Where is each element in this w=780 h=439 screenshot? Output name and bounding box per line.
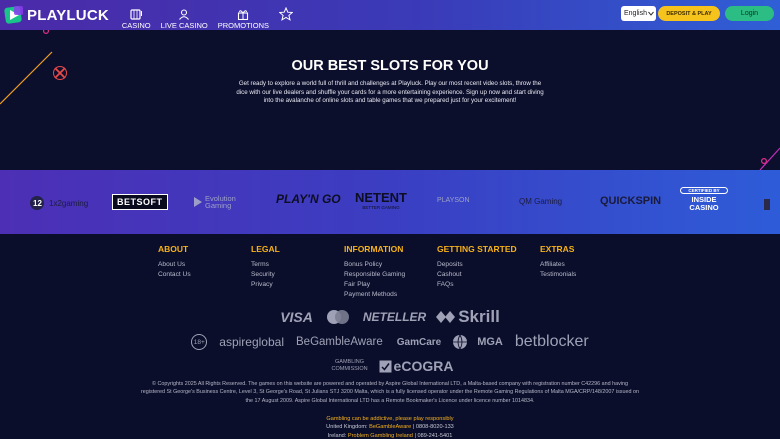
provider-inside-casino[interactable]: CERTIFIED BY INSIDE CASINO (680, 187, 728, 212)
chevron-down-icon (648, 11, 654, 16)
regulator-logos: GAMBLING COMMISSION eCOGRA (0, 358, 780, 374)
footer-col-title: GETTING STARTED (437, 244, 517, 254)
footer-link[interactable]: Cashout (437, 270, 517, 280)
brand-name: PLAYLUCK (27, 6, 109, 24)
payment-methods: VISA NETELLER Skrill (0, 307, 780, 327)
mga-logo[interactable]: MGA (477, 336, 503, 348)
footer-col-title: INFORMATION (344, 244, 404, 254)
footer-col-title: LEGAL (251, 244, 280, 254)
begambleaware-link[interactable]: BeGambleAware (369, 424, 411, 430)
footer-col-title: EXTRAS (540, 244, 575, 254)
nav-casino[interactable]: CASINO (122, 4, 151, 30)
responsible-gambling-logos: 18+ aspireglobal BeGambleAware GamCare M… (0, 333, 780, 351)
svg-text:12: 12 (33, 199, 42, 208)
top-header: PLAYLUCK CASINO LIVE CASINO PROMOTIONS E… (0, 0, 780, 30)
footer-col-extras: EXTRAS Affiliates Testimonials (540, 244, 576, 280)
logo-icon (4, 5, 24, 25)
main-nav: CASINO LIVE CASINO PROMOTIONS (117, 0, 294, 30)
nav-casino-label: CASINO (121, 21, 151, 30)
responsible-gambling-warning[interactable]: Gambling can be addictive, please play r… (0, 416, 780, 422)
language-value: English (624, 10, 647, 17)
1x2-logo-icon: 12 (30, 196, 44, 210)
provider-evolution[interactable]: Evolution Gaming (193, 195, 245, 209)
provider-quickspin[interactable]: QUICKSPIN (600, 195, 661, 207)
footer-link[interactable]: Payment Methods (344, 290, 405, 300)
footer-col-title: ABOUT (158, 244, 189, 254)
nav-live-casino-label: LIVE CASINO (160, 21, 208, 30)
betblocker-logo[interactable]: betblocker (515, 333, 589, 351)
provider-scroll-handle[interactable] (764, 199, 770, 210)
providers-strip: 12 1x2gaming BETSOFT Evolution Gaming PL… (0, 170, 780, 234)
hero-description: Get ready to explore a world full of thr… (236, 80, 544, 105)
aspireglobal-logo[interactable]: aspireglobal (219, 335, 284, 349)
skrill-logo: Skrill (458, 307, 500, 326)
star-icon (278, 6, 294, 21)
provider-betsoft[interactable]: BETSOFT (112, 194, 168, 210)
help-line-uk: United Kingdom: BeGambleAware | 0808-802… (326, 424, 454, 430)
provider-qm-gaming[interactable]: QM Gaming (519, 197, 562, 206)
footer: ABOUT About Us Contact Us LEGAL Terms Se… (0, 234, 780, 439)
language-select[interactable]: English (621, 6, 656, 21)
problem-gambling-ireland-link[interactable]: Problem Gambling Ireland (348, 433, 413, 439)
dealer-icon (179, 9, 190, 20)
footer-link[interactable]: Security (251, 270, 280, 280)
begambleaware-logo[interactable]: BeGambleAware (296, 336, 383, 348)
hero-title: OUR BEST SLOTS FOR YOU (291, 58, 489, 74)
legal-copyright-text: © Copyrights 2025 All Rights Reserved. T… (141, 381, 639, 404)
neteller-logo: NETELLER (362, 310, 427, 324)
footer-link[interactable]: Testimonials (540, 270, 576, 280)
provider-playngo[interactable]: PLAY'N GO (276, 192, 341, 206)
ecogra-logo[interactable]: eCOGRA (394, 358, 454, 374)
nav-live-casino[interactable]: LIVE CASINO (161, 4, 208, 30)
footer-link[interactable]: Fair Play (344, 280, 405, 290)
nav-promotions[interactable]: PROMOTIONS (218, 4, 269, 30)
provider-netent[interactable]: NETENT BETTER GAMING (355, 190, 407, 210)
evolution-logo-icon (194, 197, 202, 207)
footer-link[interactable]: FAQs (437, 280, 517, 290)
ecogra-check-icon (379, 360, 392, 372)
footer-col-about: ABOUT About Us Contact Us (158, 244, 191, 280)
provider-playson[interactable]: PLAYSON (437, 197, 470, 204)
gambling-commission-logo[interactable]: GAMBLING COMMISSION (327, 359, 373, 373)
help-line-ireland: Ireland: Problem Gambling Ireland | 089-… (327, 433, 453, 439)
deposit-play-button[interactable]: DEPOSIT & PLAY (658, 6, 720, 21)
provider-1x2gaming[interactable]: 12 1x2gaming (29, 195, 88, 211)
globe-icon (453, 334, 468, 350)
visa-logo: VISA (280, 309, 313, 325)
skrill-diamond-icon (436, 311, 456, 323)
footer-col-information: INFORMATION Bonus Policy Responsible Gam… (344, 244, 405, 300)
footer-link[interactable]: Affiliates (540, 260, 576, 270)
footer-link[interactable]: Responsible Gaming (344, 270, 405, 280)
footer-link[interactable]: About Us (158, 260, 191, 270)
footer-link[interactable]: Terms (251, 260, 280, 270)
login-button[interactable]: Login (725, 6, 774, 21)
footer-link[interactable]: Contact Us (158, 270, 191, 280)
footer-link[interactable]: Deposits (437, 260, 517, 270)
brand-logo[interactable]: PLAYLUCK (4, 5, 109, 25)
footer-col-legal: LEGAL Terms Security Privacy (251, 244, 280, 290)
hero-section: OUR BEST SLOTS FOR YOU Get ready to expl… (0, 30, 780, 170)
nav-promotions-label: PROMOTIONS (217, 21, 270, 30)
gift-icon (238, 10, 249, 20)
footer-link[interactable]: Bonus Policy (344, 260, 405, 270)
favorites-button[interactable] (278, 6, 294, 26)
footer-link[interactable]: Privacy (251, 280, 280, 290)
slots-icon (130, 9, 142, 20)
age-18-badge: 18+ (191, 334, 208, 350)
gamcare-logo[interactable]: GamCare (395, 337, 443, 348)
footer-col-getting-started: GETTING STARTED Deposits Cashout FAQs (437, 244, 517, 290)
mastercard-icon (326, 310, 349, 324)
